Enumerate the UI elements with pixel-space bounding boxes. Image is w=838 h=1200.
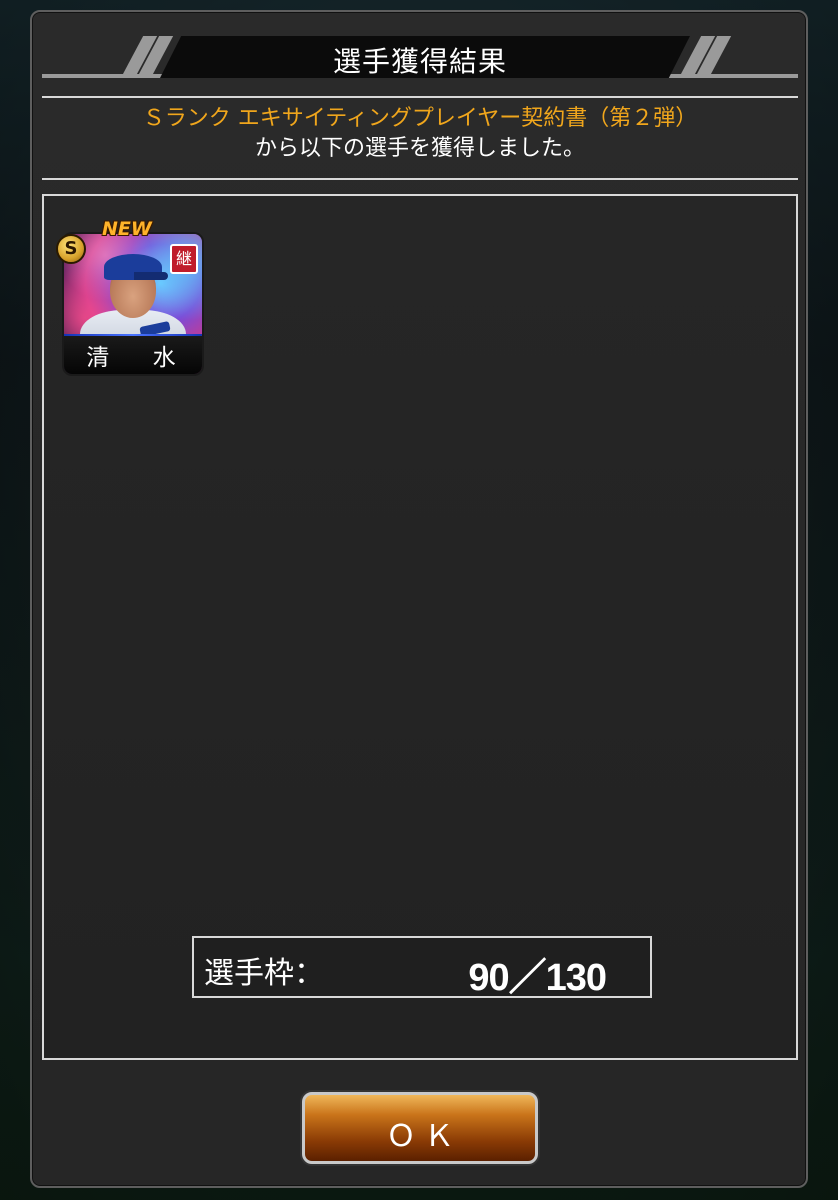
ok-button[interactable]: ＯＫ: [302, 1092, 538, 1164]
player-slot-counter: 選手枠： 90／130: [192, 936, 652, 999]
acquired-players-panel: 清 水 S NEW 継 選手枠： 90／130: [42, 194, 798, 1060]
acquisition-message: Ｓランク エキサイティングプレイヤー契約書（第２弾） から以下の選手を獲得しまし…: [42, 104, 798, 164]
inherit-badge-icon: 継: [170, 244, 198, 274]
s-rank-icon: S: [56, 234, 86, 264]
player-name: 清 水: [86, 345, 194, 371]
ok-button-label: ＯＫ: [386, 1119, 462, 1154]
new-label: NEW: [102, 218, 152, 240]
dialog-title: 選手獲得結果: [332, 45, 507, 78]
player-acquisition-dialog: 選手獲得結果 Ｓランク エキサイティングプレイヤー契約書（第２弾） から以下の選…: [30, 10, 808, 1188]
player-cap: [104, 254, 168, 280]
contract-name: Ｓランク エキサイティングプレイヤー契約書（第２弾）: [142, 106, 698, 131]
divider-top: [42, 96, 798, 98]
dialog-title-bar: 選手獲得結果: [42, 34, 798, 86]
slot-value: 90／130: [468, 957, 607, 999]
divider-bottom: [42, 178, 798, 180]
acquisition-text: から以下の選手を獲得しました。: [254, 136, 585, 161]
slot-label: 選手枠：: [204, 956, 324, 991]
